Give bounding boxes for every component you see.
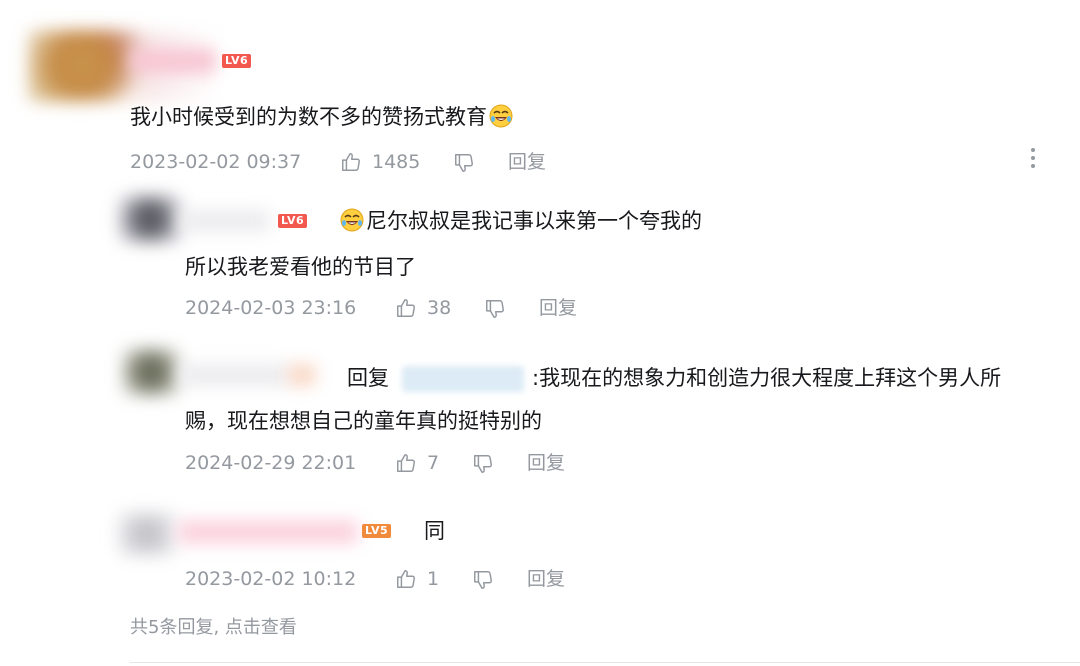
like-icon[interactable] <box>395 452 417 474</box>
username-blurred[interactable] <box>180 210 270 232</box>
reply-content: 同 <box>424 519 445 543</box>
like-count: 7 <box>427 452 440 474</box>
reply-text-line2: 赐，现在想想自己的童年真的挺特别的 <box>185 409 542 433</box>
avatar[interactable] <box>118 195 182 243</box>
reply-time: 2023-02-02 10:12 <box>185 568 357 590</box>
reply-button[interactable]: 回复 <box>527 567 565 591</box>
like-icon[interactable] <box>340 151 362 173</box>
reply-time: 2024-02-03 23:16 <box>185 297 357 319</box>
like-count: 1485 <box>372 151 421 173</box>
like-count: 38 <box>427 297 452 319</box>
reply-text-line1: :我现在的想象力和创造力很大程度上拜这个男人所 <box>532 366 1002 390</box>
comment-text: 我小时候受到的为数不多的赞扬式教育 <box>130 102 513 132</box>
username-blurred[interactable] <box>130 48 216 74</box>
divider <box>130 662 1080 663</box>
comment-time: 2023-02-02 09:37 <box>130 151 302 173</box>
reply-button[interactable]: 回复 <box>508 150 546 174</box>
reply-text-line2: 所以我老爱看他的节目了 <box>185 255 416 279</box>
mention-link[interactable] <box>402 366 524 392</box>
more-options-icon[interactable] <box>1026 146 1040 170</box>
dislike-icon[interactable] <box>484 298 506 320</box>
reply-time: 2024-02-29 22:01 <box>185 452 357 474</box>
laugh-cry-emoji <box>340 208 364 232</box>
dislike-icon[interactable] <box>472 569 494 591</box>
reply-content: 尼尔叔叔是我记事以来第一个夸我的 <box>366 209 702 233</box>
avatar[interactable] <box>122 348 180 396</box>
comment-content: 我小时候受到的为数不多的赞扬式教育 <box>130 105 487 129</box>
username-blurred[interactable] <box>180 364 290 386</box>
reply-button[interactable]: 回复 <box>539 296 577 320</box>
reply-button[interactable]: 回复 <box>527 451 565 475</box>
like-icon[interactable] <box>395 297 417 319</box>
comment-thread: LV6 我小时候受到的为数不多的赞扬式教育 2023-02-02 09:37 1… <box>0 0 1080 666</box>
username-blurred[interactable] <box>178 520 358 544</box>
reply-prefix: 回复 <box>347 366 389 390</box>
dislike-icon[interactable] <box>472 453 494 475</box>
reply-text-line1: 尼尔叔叔是我记事以来第一个夸我的 <box>340 206 702 236</box>
laugh-cry-emoji <box>489 104 513 128</box>
username-blurred <box>288 364 316 386</box>
like-count: 1 <box>427 568 440 590</box>
level-badge: LV5 <box>362 524 392 538</box>
avatar[interactable] <box>118 512 176 556</box>
dislike-icon[interactable] <box>453 152 475 174</box>
view-more-replies-link[interactable]: 共5条回复, 点击查看 <box>130 616 297 640</box>
level-badge: LV6 <box>222 54 252 68</box>
level-badge: LV6 <box>278 214 308 228</box>
like-icon[interactable] <box>395 568 417 590</box>
